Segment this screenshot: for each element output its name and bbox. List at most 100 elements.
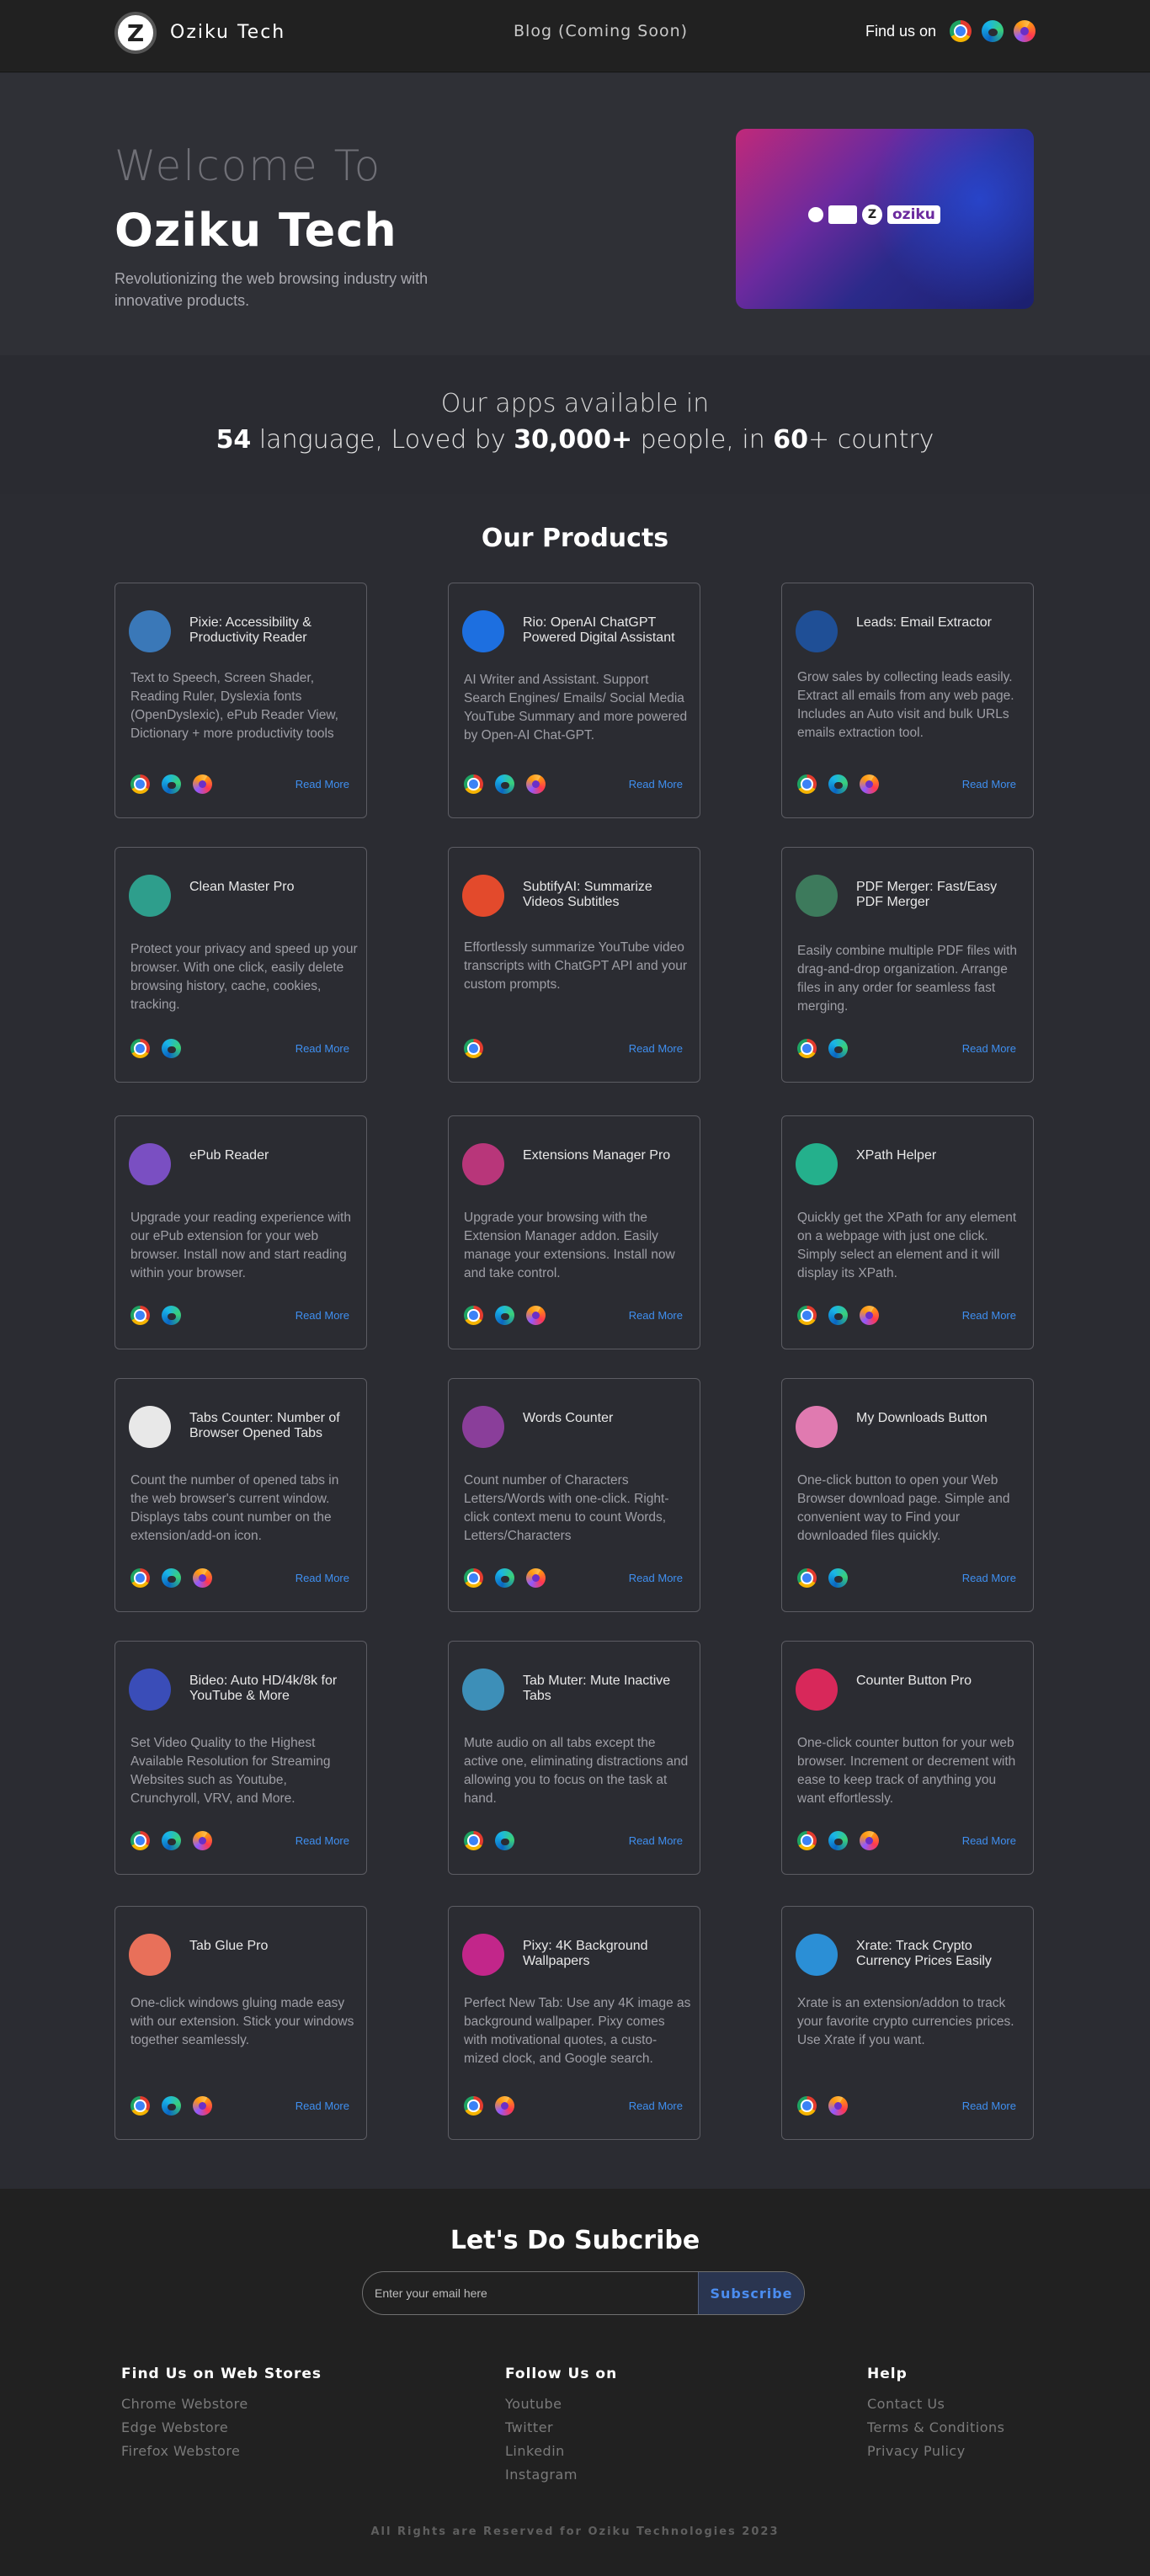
firefox-icon[interactable]	[860, 1831, 879, 1850]
read-more-link[interactable]: Read More	[629, 778, 683, 790]
read-more-link[interactable]: Read More	[295, 1572, 349, 1584]
product-card[interactable]: SubtifyAI: Summarize Videos Subtitles Eff…	[448, 847, 700, 1083]
read-more-link[interactable]: Read More	[629, 1834, 683, 1847]
product-card[interactable]: Clean Master Pro Protect your privacy and…	[114, 847, 367, 1083]
chrome-icon[interactable]	[464, 1568, 483, 1588]
chrome-icon[interactable]	[797, 1568, 817, 1588]
firefox-icon[interactable]	[526, 1306, 546, 1325]
read-more-link[interactable]: Read More	[962, 1309, 1016, 1322]
footer-link-firefox[interactable]: Firefox Webstore	[121, 2443, 322, 2459]
product-card[interactable]: Tabs Counter: Number of Browser Opened T…	[114, 1378, 367, 1612]
read-more-link[interactable]: Read More	[295, 1309, 349, 1322]
chrome-icon[interactable]	[130, 774, 150, 794]
read-more-link[interactable]: Read More	[962, 1042, 1016, 1055]
read-more-link[interactable]: Read More	[962, 1572, 1016, 1584]
product-card[interactable]: XPath Helper Quickly get the XPath for an…	[781, 1115, 1034, 1349]
chrome-icon[interactable]	[464, 1306, 483, 1325]
nav-blog-link[interactable]: Blog (Coming Soon)	[514, 22, 688, 40]
read-more-link[interactable]: Read More	[962, 2100, 1016, 2112]
edge-icon[interactable]	[495, 774, 514, 794]
chrome-icon[interactable]	[130, 1568, 150, 1588]
edge-icon[interactable]	[828, 1568, 848, 1588]
firefox-icon[interactable]	[526, 1568, 546, 1588]
firefox-icon[interactable]	[193, 1831, 212, 1850]
footer-link-edge[interactable]: Edge Webstore	[121, 2419, 322, 2435]
read-more-link[interactable]: Read More	[629, 1309, 683, 1322]
chrome-icon[interactable]	[797, 2096, 817, 2116]
read-more-link[interactable]: Read More	[295, 1042, 349, 1055]
email-input[interactable]	[363, 2272, 698, 2314]
chrome-icon[interactable]	[797, 774, 817, 794]
edge-icon[interactable]	[162, 2096, 181, 2116]
product-card[interactable]: Rio: OpenAI ChatGPT Powered Digital Assi…	[448, 583, 700, 818]
product-card[interactable]: My Downloads Button One-click button to o…	[781, 1378, 1034, 1612]
product-card[interactable]: Counter Button Pro One-click counter butt…	[781, 1641, 1034, 1875]
product-card[interactable]: PDF Merger: Fast/Easy PDF Merger Easily c…	[781, 847, 1034, 1083]
product-card[interactable]: Pixy: 4K Background Wallpapers Perfect Ne…	[448, 1906, 700, 2140]
footer-link-contact[interactable]: Contact Us	[867, 2396, 1004, 2412]
product-card[interactable]: Bideo: Auto HD/4k/8k for YouTube & More S…	[114, 1641, 367, 1875]
footer-link-terms[interactable]: Terms & Conditions	[867, 2419, 1004, 2435]
read-more-link[interactable]: Read More	[962, 1834, 1016, 1847]
firefox-icon[interactable]	[193, 2096, 212, 2116]
product-card[interactable]: Tab Glue Pro One-click windows gluing mad…	[114, 1906, 367, 2140]
read-more-link[interactable]: Read More	[295, 1834, 349, 1847]
read-more-link[interactable]: Read More	[629, 2100, 683, 2112]
edge-icon[interactable]	[495, 1306, 514, 1325]
edge-icon[interactable]	[828, 774, 848, 794]
oziku-logo[interactable]: Z	[114, 12, 157, 54]
chrome-icon[interactable]	[797, 1306, 817, 1325]
firefox-icon[interactable]	[193, 1568, 212, 1588]
firefox-icon[interactable]	[526, 774, 546, 794]
read-more-link[interactable]: Read More	[629, 1572, 683, 1584]
edge-icon[interactable]	[828, 1039, 848, 1058]
footer-link-linkedin[interactable]: Linkedin	[505, 2443, 617, 2459]
firefox-icon[interactable]	[828, 2096, 848, 2116]
edge-icon[interactable]	[828, 1831, 848, 1850]
chrome-icon[interactable]	[797, 1831, 817, 1850]
read-more-link[interactable]: Read More	[295, 778, 349, 790]
read-more-link[interactable]: Read More	[962, 778, 1016, 790]
read-more-link[interactable]: Read More	[629, 1042, 683, 1055]
product-card[interactable]: Extensions Manager Pro Upgrade your brows…	[448, 1115, 700, 1349]
footer-link-youtube[interactable]: Youtube	[505, 2396, 617, 2412]
edge-icon[interactable]	[162, 1039, 181, 1058]
chrome-icon[interactable]	[130, 1039, 150, 1058]
brand-name[interactable]: Oziku Tech	[170, 22, 285, 43]
read-more-link[interactable]: Read More	[295, 2100, 349, 2112]
chrome-icon[interactable]	[464, 1039, 483, 1058]
chrome-icon[interactable]	[130, 1831, 150, 1850]
firefox-icon[interactable]	[860, 1306, 879, 1325]
chrome-icon[interactable]	[464, 774, 483, 794]
footer-link-chrome[interactable]: Chrome Webstore	[121, 2396, 322, 2412]
edge-icon[interactable]	[982, 20, 1004, 42]
edge-icon[interactable]	[495, 1831, 514, 1850]
edge-icon[interactable]	[162, 1306, 181, 1325]
footer-link-twitter[interactable]: Twitter	[505, 2419, 617, 2435]
product-browsers	[797, 1568, 848, 1588]
chrome-icon[interactable]	[130, 1306, 150, 1325]
product-card[interactable]: Words Counter Count number of Characters …	[448, 1378, 700, 1612]
product-card[interactable]: Tab Muter: Mute Inactive Tabs Mute audio …	[448, 1641, 700, 1875]
chrome-icon[interactable]	[464, 2096, 483, 2116]
firefox-icon[interactable]	[860, 774, 879, 794]
product-card[interactable]: ePub Reader Upgrade your reading experien…	[114, 1115, 367, 1349]
product-card[interactable]: Xrate: Track Crypto Currency Prices Easi…	[781, 1906, 1034, 2140]
firefox-icon[interactable]	[495, 2096, 514, 2116]
product-card[interactable]: Pixie: Accessibility & Productivity Read…	[114, 583, 367, 818]
firefox-icon[interactable]	[1014, 20, 1036, 42]
edge-icon[interactable]	[828, 1306, 848, 1325]
edge-icon[interactable]	[162, 1568, 181, 1588]
chrome-icon[interactable]	[464, 1831, 483, 1850]
chrome-icon[interactable]	[130, 2096, 150, 2116]
footer-link-instagram[interactable]: Instagram	[505, 2467, 617, 2483]
firefox-icon[interactable]	[193, 774, 212, 794]
product-card[interactable]: Leads: Email Extractor Grow sales by coll…	[781, 583, 1034, 818]
edge-icon[interactable]	[162, 774, 181, 794]
chrome-icon[interactable]	[950, 20, 972, 42]
subscribe-button[interactable]: Subscribe	[698, 2272, 804, 2314]
edge-icon[interactable]	[162, 1831, 181, 1850]
chrome-icon[interactable]	[797, 1039, 817, 1058]
footer-link-privacy[interactable]: Privacy Pulicy	[867, 2443, 1004, 2459]
edge-icon[interactable]	[495, 1568, 514, 1588]
